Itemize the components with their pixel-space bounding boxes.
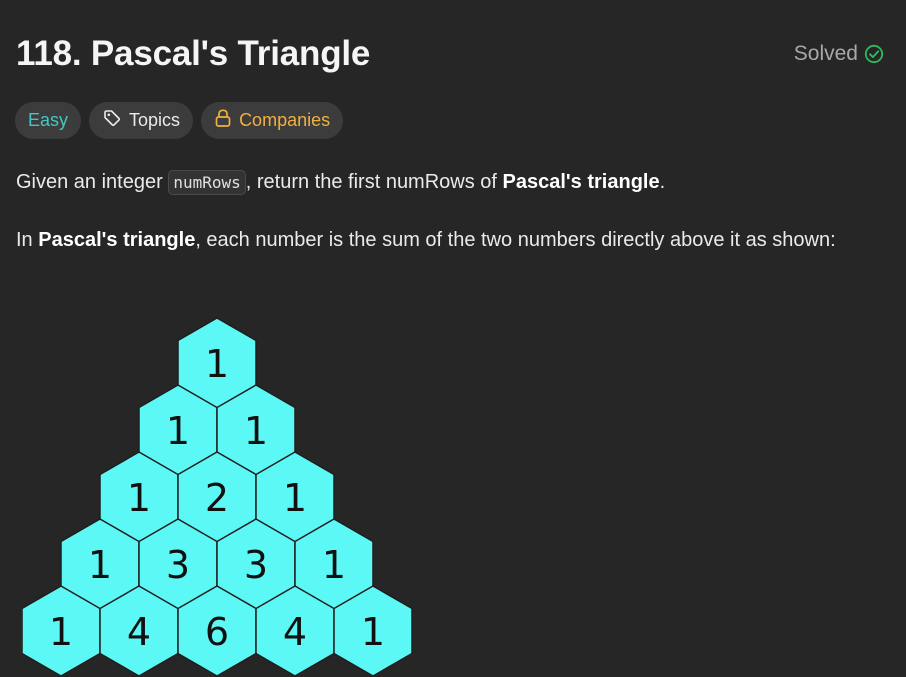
pascal-triangle-figure: 11 11 2 11 3 3 11 4 6 4 1 [22, 317, 413, 677]
solved-label: Solved [793, 42, 858, 65]
topics-button[interactable]: Topics [89, 102, 194, 139]
pascal-triangle-bold: Pascal's triangle [38, 229, 196, 251]
hex-value: 6 [205, 610, 229, 654]
text-segment: . [659, 171, 666, 193]
hex-value: 1 [49, 610, 73, 654]
hex-value: 3 [166, 543, 190, 587]
text-segment: , return the first numRows of [245, 171, 503, 193]
hex-value: 1 [322, 543, 346, 587]
hex-value: 3 [244, 543, 268, 587]
difficulty-label: Easy [28, 110, 69, 130]
tag-row: Easy Topics Companies [15, 102, 344, 139]
hex-value: 1 [205, 342, 229, 386]
problem-title: 118. Pascal's Triangle [16, 34, 371, 73]
hex-value: 1 [166, 409, 190, 453]
problem-page: 118. Pascal's Triangle Solved Easy Topic… [0, 0, 906, 677]
description-paragraph-2: In Pascal's triangle, each number is the… [16, 224, 866, 256]
hex-value: 1 [244, 409, 268, 453]
companies-button[interactable]: Companies [201, 102, 344, 139]
hex-value: 1 [361, 610, 385, 654]
hex-value: 4 [127, 610, 151, 654]
companies-label: Companies [239, 110, 331, 130]
tag-icon [102, 108, 122, 133]
pascal-triangle-link: Pascal's triangle [502, 171, 660, 193]
lock-icon [214, 108, 232, 133]
code-numrows: numRows [168, 170, 246, 195]
text-segment: Given an integer [16, 171, 169, 193]
difficulty-tag[interactable]: Easy [15, 102, 82, 139]
check-circle-icon [864, 44, 884, 64]
hex-value: 1 [88, 543, 112, 587]
description-paragraph-1: Given an integer numRows, return the fir… [16, 166, 866, 199]
hex-value: 1 [127, 476, 151, 520]
text-segment: , each number is the sum of the two numb… [195, 229, 836, 251]
text-segment: In [16, 229, 39, 251]
title-row: 118. Pascal's Triangle Solved [16, 30, 884, 78]
solved-status: Solved [794, 42, 884, 66]
hex-value: 2 [205, 476, 229, 520]
hex-value: 4 [283, 610, 307, 654]
topics-label: Topics [129, 110, 181, 130]
hex-value: 1 [283, 476, 307, 520]
